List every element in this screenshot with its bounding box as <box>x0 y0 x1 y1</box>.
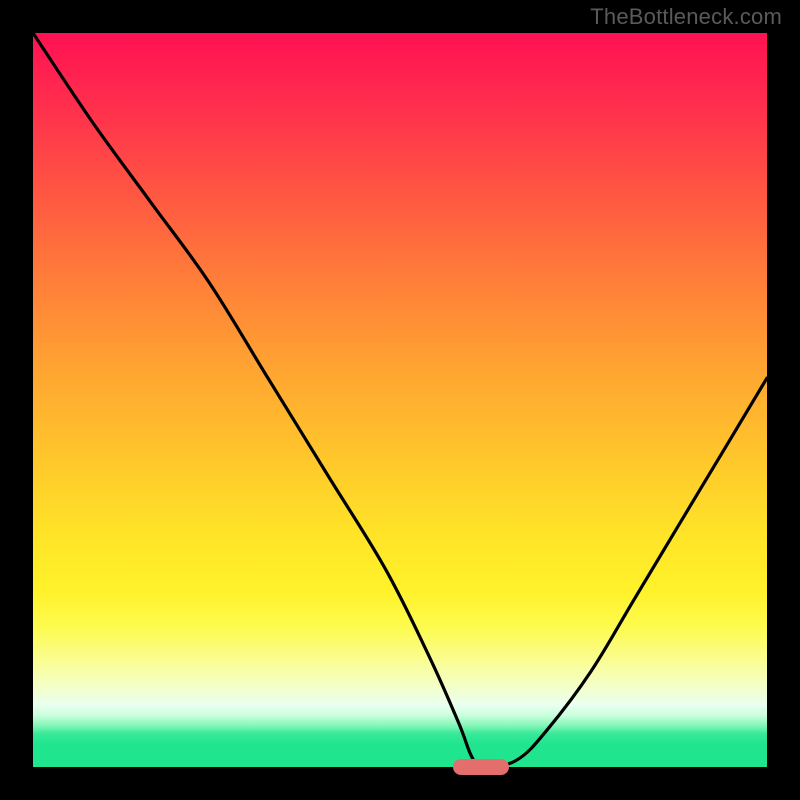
optimum-marker <box>453 759 509 775</box>
curve-svg <box>33 33 767 767</box>
bottleneck-curve <box>33 33 767 767</box>
attribution-text: TheBottleneck.com <box>590 4 782 30</box>
plot-area <box>33 33 767 767</box>
chart-container: TheBottleneck.com <box>0 0 800 800</box>
